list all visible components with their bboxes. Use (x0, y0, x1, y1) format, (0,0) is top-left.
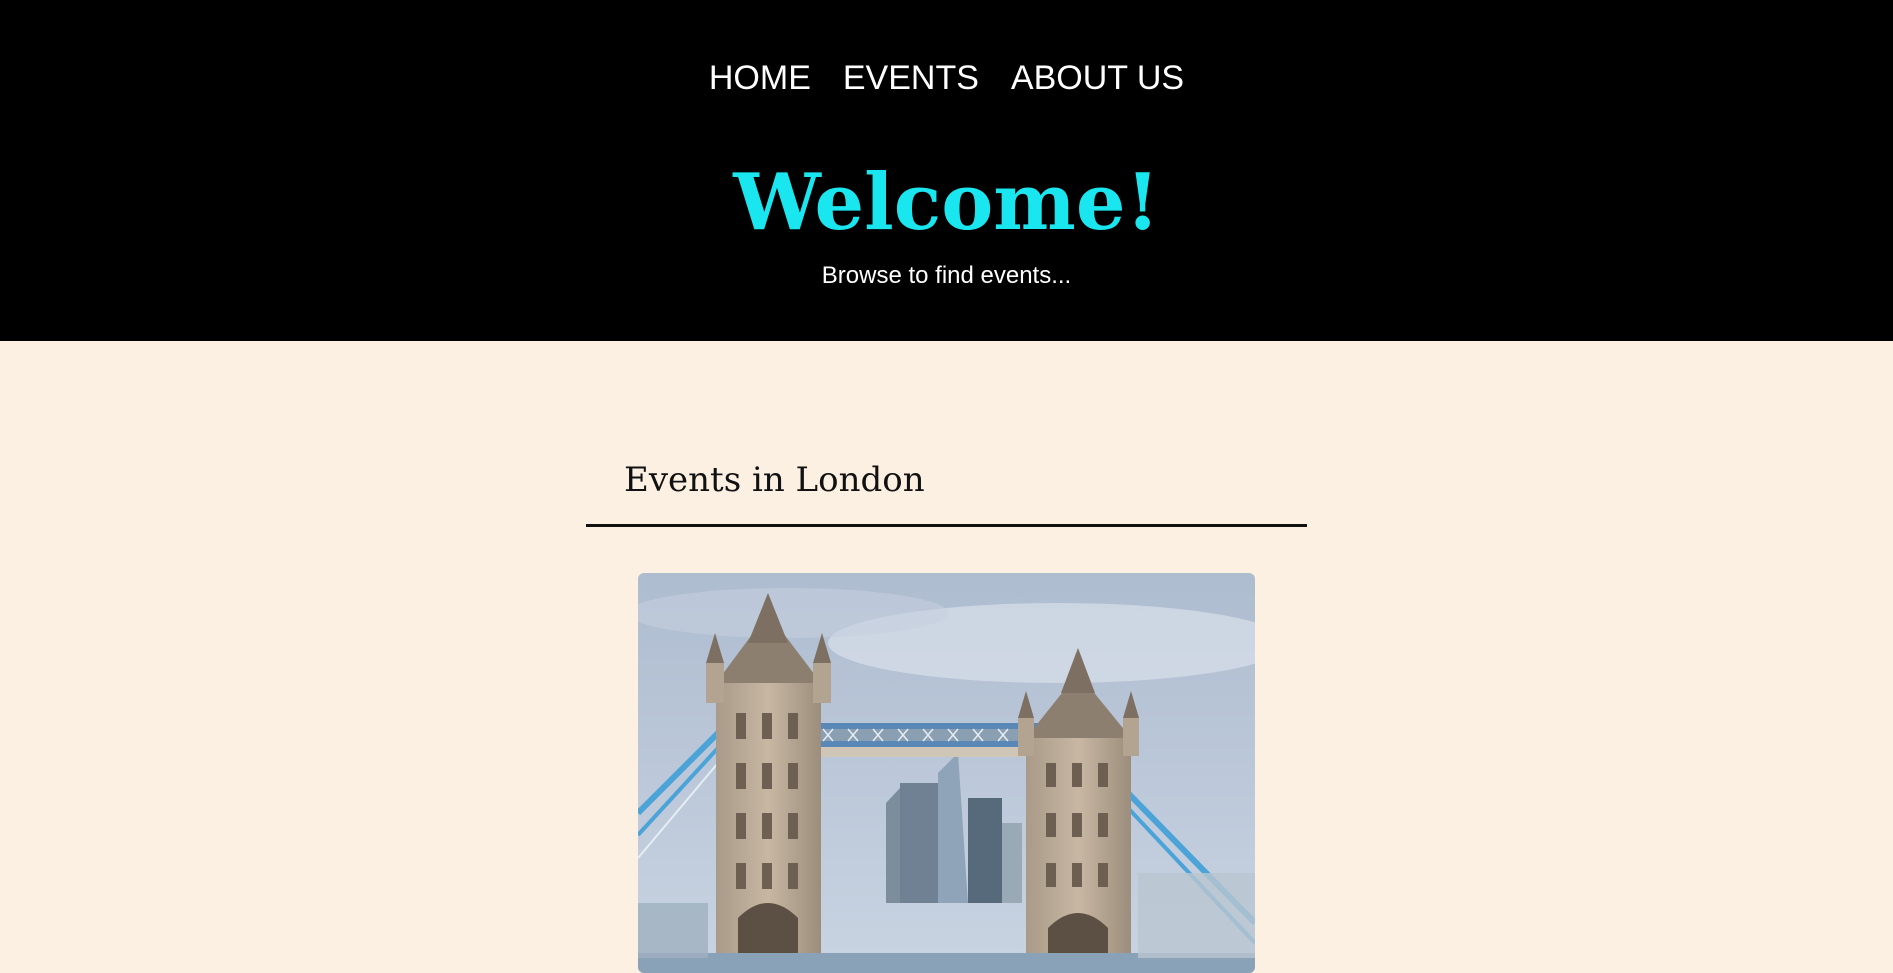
hero-subtitle: Browse to find events... (821, 262, 1072, 289)
section-divider (586, 524, 1307, 527)
nav-events-link[interactable]: EVENTS (843, 58, 979, 99)
hero-title: Welcome! (733, 157, 1160, 248)
tower-bridge-image (638, 573, 1255, 973)
main-nav: HOME EVENTS ABOUT US (0, 58, 1893, 99)
nav-about-us-link[interactable]: ABOUT US (1011, 58, 1184, 99)
events-section: Events in London (586, 460, 1307, 527)
site-header: HOME EVENTS ABOUT US Welcome! Browse to … (0, 0, 1893, 341)
event-card-image[interactable] (638, 573, 1255, 973)
section-title: Events in London (624, 460, 925, 500)
nav-home-link[interactable]: HOME (709, 58, 811, 99)
